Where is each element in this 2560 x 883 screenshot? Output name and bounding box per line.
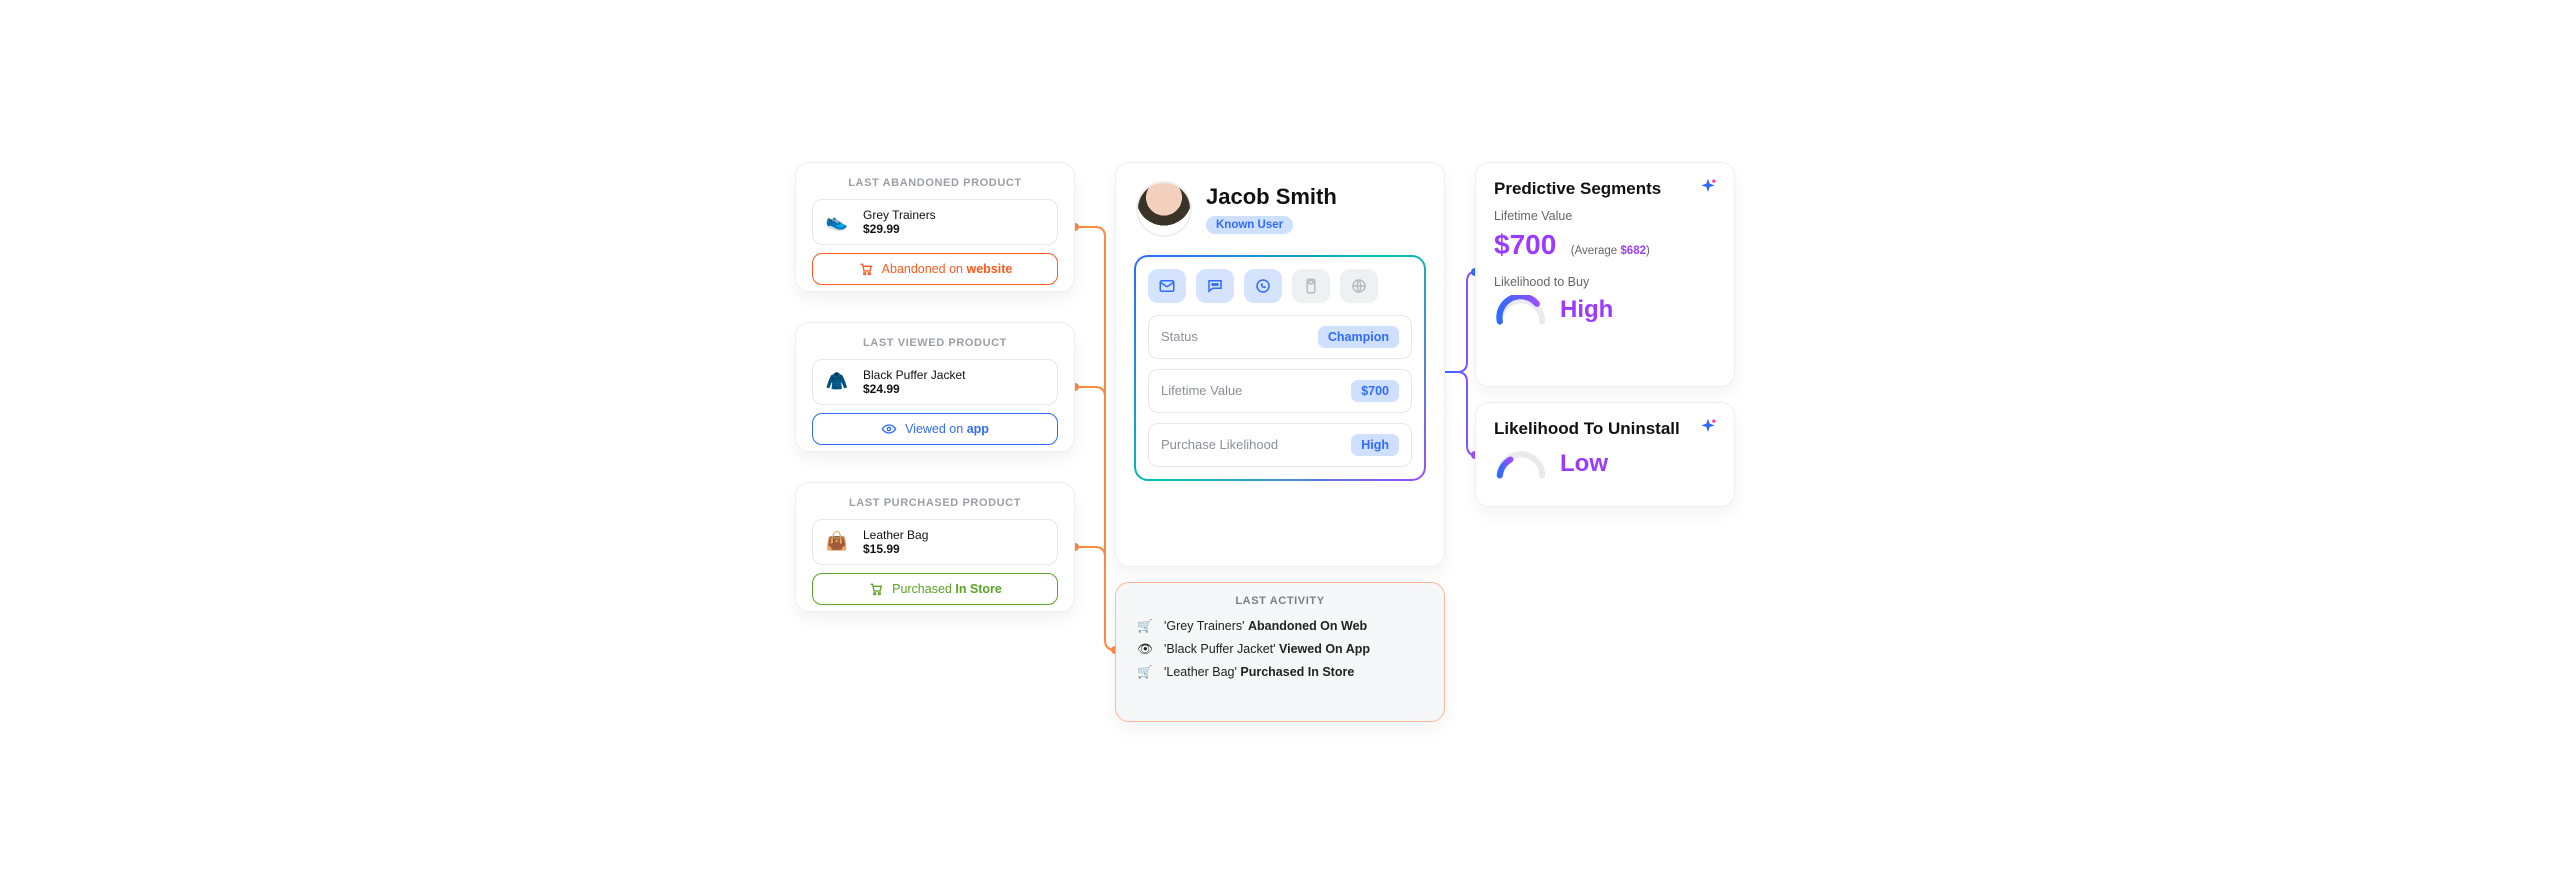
product-price: $15.99 — [863, 542, 928, 556]
card-title: LAST VIEWED PRODUCT — [812, 337, 1058, 349]
web-channel[interactable] — [1340, 269, 1378, 303]
activity-row[interactable]: 👁 'Black Puffer Jacket' Viewed On App — [1116, 638, 1444, 661]
uninstall-value: Low — [1560, 450, 1608, 478]
ltv-value: $700 — [1494, 229, 1556, 261]
sparkle-icon — [1698, 177, 1718, 197]
email-channel[interactable] — [1148, 269, 1186, 303]
product-row[interactable]: 🧥 Black Puffer Jacket $24.99 — [812, 359, 1058, 405]
activity-row[interactable]: 🛒 'Grey Trainers' Abandoned On Web — [1116, 615, 1444, 638]
eye-icon — [881, 421, 897, 437]
trainers-icon: 👟 — [821, 206, 853, 238]
user-name: Jacob Smith — [1206, 184, 1337, 210]
abandoned-pill[interactable]: Abandoned on website — [812, 253, 1058, 285]
product-row[interactable]: 👟 Grey Trainers $29.99 — [812, 199, 1058, 245]
card-title: LAST ABANDONED PRODUCT — [812, 177, 1058, 189]
sms-channel[interactable] — [1196, 269, 1234, 303]
card-title: LAST PURCHASED PRODUCT — [812, 497, 1058, 509]
last-abandoned-card: LAST ABANDONED PRODUCT 👟 Grey Trainers $… — [795, 162, 1075, 292]
product-row[interactable]: 👜 Leather Bag $15.99 — [812, 519, 1058, 565]
whatsapp-icon — [1254, 277, 1272, 295]
bag-icon: 👜 — [821, 526, 853, 558]
push-icon — [1302, 277, 1320, 295]
gauge-high — [1494, 295, 1548, 325]
status-label: Status — [1161, 329, 1198, 344]
ltv-label: Lifetime Value — [1161, 383, 1242, 398]
chat-icon — [1206, 277, 1224, 295]
product-price: $24.99 — [863, 382, 966, 396]
predictive-segments-card: Predictive Segments Lifetime Value $700 … — [1475, 162, 1735, 387]
likelihood-buy-label: Likelihood to Buy — [1494, 275, 1716, 289]
mail-icon — [1158, 277, 1176, 295]
globe-icon — [1350, 277, 1368, 295]
whatsapp-channel[interactable] — [1244, 269, 1282, 303]
push-channel[interactable] — [1292, 269, 1330, 303]
predictive-title: Predictive Segments — [1494, 179, 1716, 199]
ltv-row: Lifetime Value $700 — [1148, 369, 1412, 413]
profile-card: Jacob Smith Known User Status Champion L… — [1115, 162, 1445, 567]
last-viewed-card: LAST VIEWED PRODUCT 🧥 Black Puffer Jacke… — [795, 322, 1075, 452]
cart-check-icon — [868, 581, 884, 597]
pl-label: Purchase Likelihood — [1161, 437, 1278, 452]
pl-value[interactable]: High — [1351, 434, 1399, 456]
purchased-pill[interactable]: Purchased In Store — [812, 573, 1058, 605]
last-activity-title: LAST ACTIVITY — [1116, 583, 1444, 615]
ltv-label: Lifetime Value — [1494, 209, 1716, 223]
avatar[interactable] — [1136, 181, 1192, 237]
activity-row[interactable]: 🛒 'Leather Bag' Purchased In Store — [1116, 661, 1444, 684]
ltv-average: (Average $682) — [1571, 245, 1650, 257]
gauge-low — [1494, 449, 1548, 479]
cart-icon — [858, 261, 874, 277]
product-name: Black Puffer Jacket — [863, 368, 966, 382]
product-price: $29.99 — [863, 222, 936, 236]
likelihood-uninstall-card: Likelihood To Uninstall Low — [1475, 402, 1735, 507]
channels-and-stats: Status Champion Lifetime Value $700 Purc… — [1134, 255, 1426, 481]
likelihood-buy-value: High — [1560, 296, 1613, 324]
cart-icon: 🛒 — [1136, 619, 1154, 634]
cart-icon: 🛒 — [1136, 665, 1154, 680]
status-row: Status Champion — [1148, 315, 1412, 359]
sparkle-icon — [1698, 417, 1718, 437]
ltv-value[interactable]: $700 — [1351, 380, 1399, 402]
user-tag[interactable]: Known User — [1206, 216, 1293, 234]
product-name: Grey Trainers — [863, 208, 936, 222]
eye-icon: 👁 — [1136, 642, 1154, 657]
product-name: Leather Bag — [863, 528, 928, 542]
viewed-pill[interactable]: Viewed on app — [812, 413, 1058, 445]
last-purchased-card: LAST PURCHASED PRODUCT 👜 Leather Bag $15… — [795, 482, 1075, 612]
status-value[interactable]: Champion — [1318, 326, 1399, 348]
uninstall-title: Likelihood To Uninstall — [1494, 419, 1716, 439]
jacket-icon: 🧥 — [821, 366, 853, 398]
last-activity-card: LAST ACTIVITY 🛒 'Grey Trainers' Abandone… — [1115, 582, 1445, 722]
purchase-likelihood-row: Purchase Likelihood High — [1148, 423, 1412, 467]
